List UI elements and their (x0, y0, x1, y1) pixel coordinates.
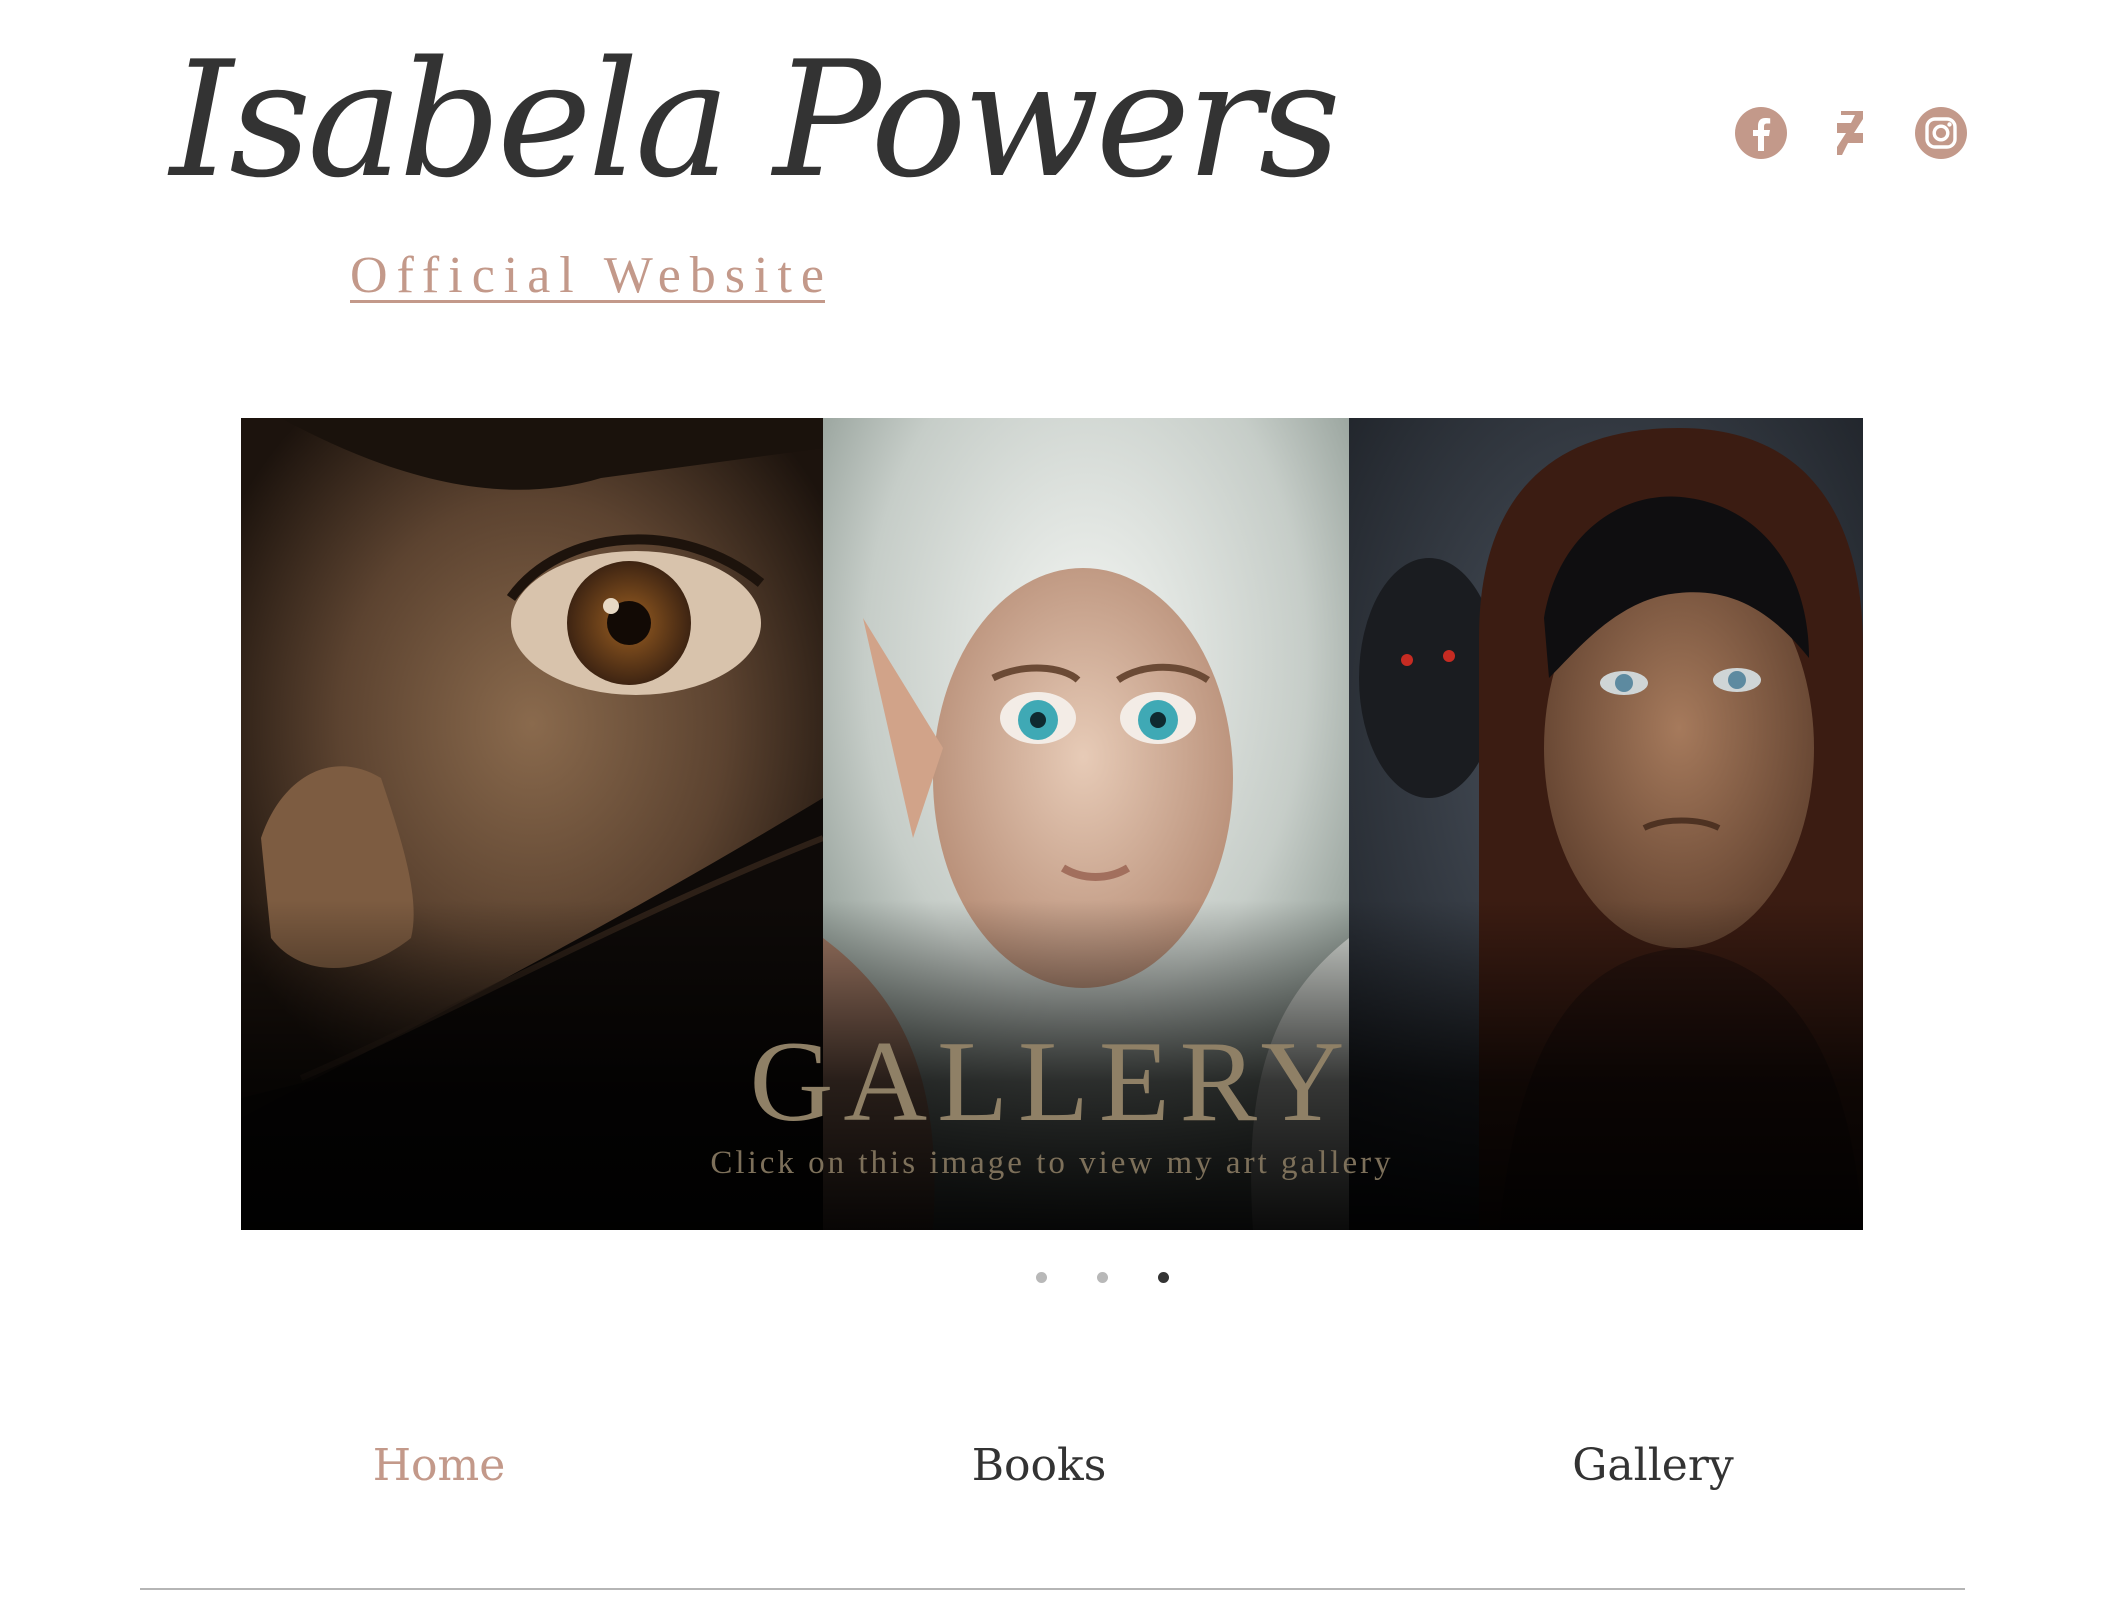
main-nav: Home Books Gallery (0, 1440, 2104, 1500)
nav-item-home[interactable]: Home (373, 1440, 506, 1491)
logo-tagline: Official Website (350, 247, 834, 304)
slide-title: GALLERY (749, 1018, 1355, 1146)
slider-dot-3[interactable] (1158, 1272, 1169, 1283)
logo-name: Isabela Powers (170, 26, 1341, 213)
slider-dot-2[interactable] (1097, 1272, 1108, 1283)
deviantart-icon[interactable] (1823, 105, 1879, 161)
slider-dot-1[interactable] (1036, 1272, 1047, 1283)
site-logo[interactable]: Isabela Powers Official Website (160, 10, 1341, 310)
gallery-slider[interactable]: GALLERY Click on this image to view my a… (241, 418, 1863, 1230)
nav-item-books[interactable]: Books (972, 1440, 1107, 1491)
nav-item-gallery[interactable]: Gallery (1572, 1440, 1733, 1491)
social-links (1730, 105, 1970, 161)
slide-subtitle: Click on this image to view my art galle… (710, 1145, 1394, 1181)
instagram-icon[interactable] (1913, 105, 1969, 161)
logo-underline (350, 300, 825, 303)
facebook-icon[interactable] (1733, 105, 1789, 161)
nav-divider (140, 1588, 1965, 1590)
slider-pagination (1036, 1272, 1176, 1286)
